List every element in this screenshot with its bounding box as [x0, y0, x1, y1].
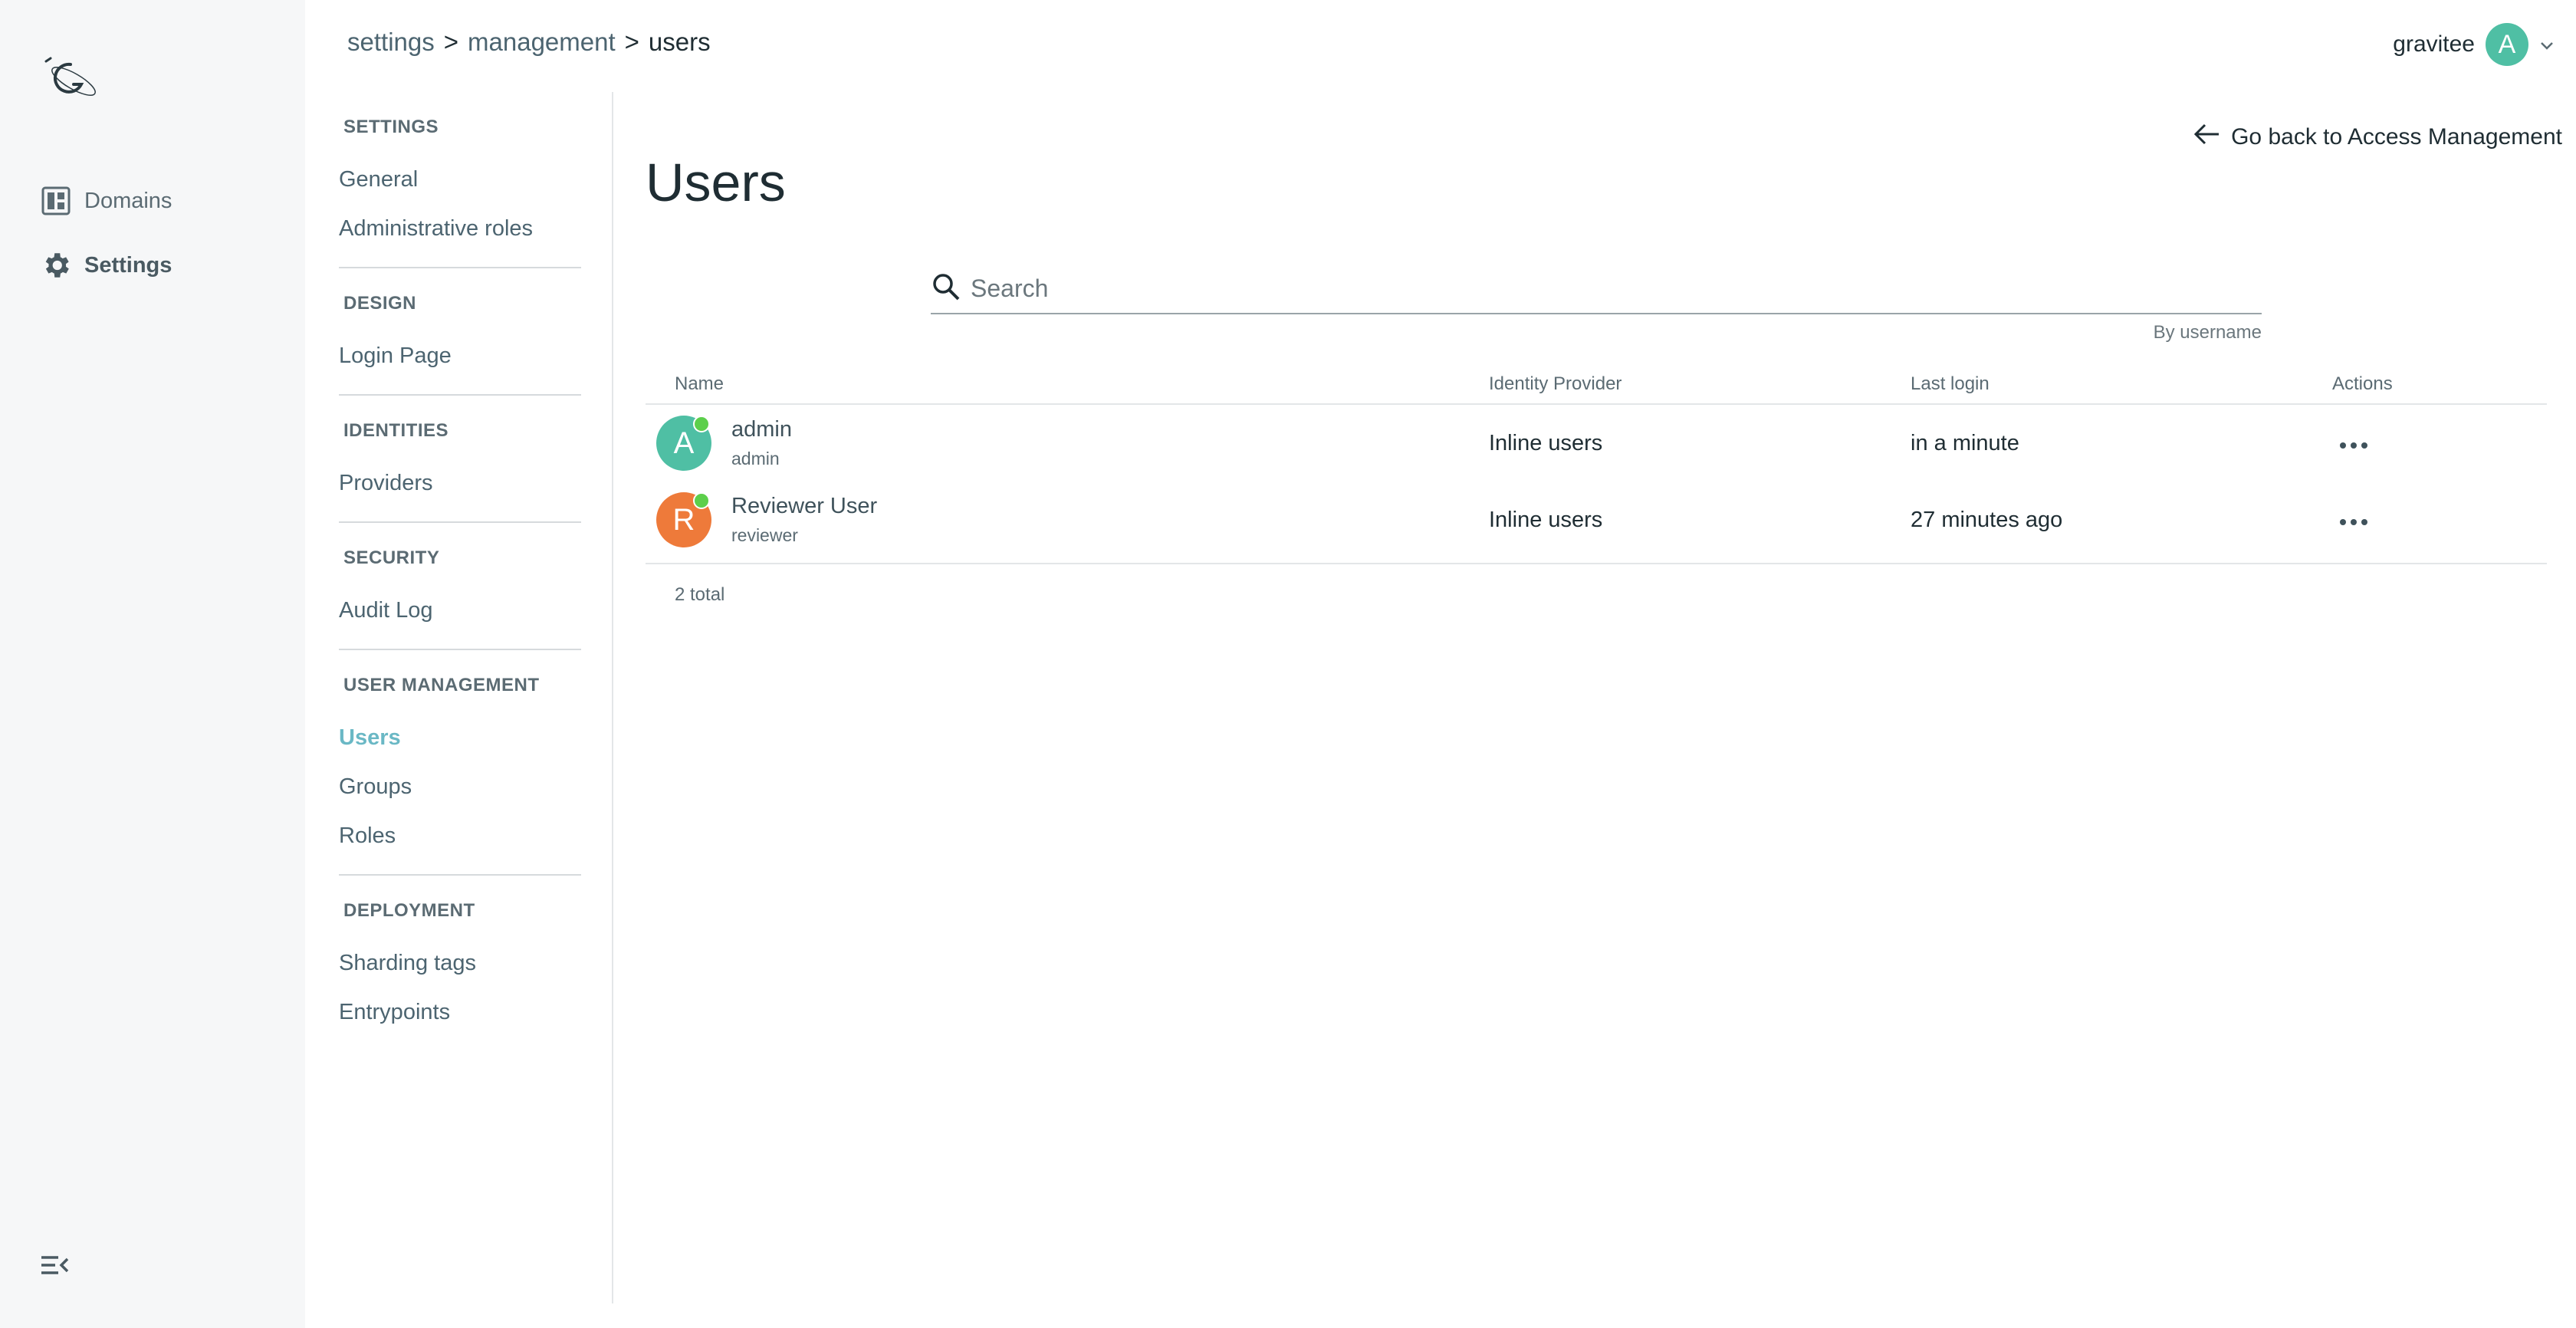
app-sidebar: Domains Settings	[0, 0, 305, 1328]
avatar: A	[2486, 23, 2528, 66]
user-display-name[interactable]: Reviewer User	[731, 494, 877, 519]
table-total: 2 total	[675, 584, 725, 605]
user-menu-name: gravitee	[2393, 31, 2475, 57]
breadcrumb-management[interactable]: management	[468, 28, 616, 57]
column-header-actions: Actions	[2332, 373, 2393, 394]
user-username: reviewer	[731, 525, 798, 545]
avatar: R	[656, 492, 711, 547]
chevron-down-icon	[2539, 31, 2555, 58]
breadcrumb-separator: >	[443, 28, 459, 56]
user-identity-provider: Inline users	[1489, 507, 1603, 532]
search-icon	[931, 271, 961, 306]
breadcrumb-separator: >	[624, 28, 639, 56]
user-menu[interactable]: gravitee A	[2393, 23, 2555, 66]
subnav-divider	[339, 267, 581, 268]
dashboard-icon	[40, 185, 72, 217]
subnav-link-providers[interactable]: Providers	[307, 459, 612, 508]
subnav-link-audit-log[interactable]: Audit Log	[307, 586, 612, 635]
online-status-dot	[693, 492, 710, 509]
gravitee-logo[interactable]	[40, 54, 101, 100]
page-title: Users	[646, 153, 786, 212]
column-header-identity-provider[interactable]: Identity Provider	[1489, 373, 1911, 395]
user-last-login: in a minute	[1911, 430, 2019, 455]
subnav-link-administrative-roles[interactable]: Administrative roles	[307, 204, 612, 253]
more-actions-button[interactable]	[2335, 511, 2372, 529]
arrow-left-icon	[2193, 123, 2220, 152]
settings-subnav: SETTINGS General Administrative roles DE…	[307, 92, 613, 1303]
avatar-initial: R	[672, 502, 695, 537]
subnav-section-title: DEPLOYMENT	[343, 900, 475, 921]
subnav-link-general[interactable]: General	[307, 155, 612, 204]
online-status-dot	[693, 416, 710, 432]
search-container: By username	[931, 268, 2262, 344]
user-username: admin	[731, 449, 780, 468]
subnav-link-users[interactable]: Users	[307, 713, 612, 762]
breadcrumb-current: users	[648, 28, 711, 56]
subnav-link-sharding-tags[interactable]: Sharding tags	[307, 938, 612, 988]
more-actions-button[interactable]	[2335, 434, 2372, 452]
gear-icon	[40, 249, 72, 281]
column-header-last-login[interactable]: Last login	[1911, 373, 2332, 395]
collapse-menu-icon[interactable]	[38, 1250, 71, 1282]
users-table: Name Identity Provider Last login Action…	[646, 365, 2547, 606]
column-header-name[interactable]: Name	[646, 373, 1489, 395]
avatar: A	[656, 416, 711, 471]
subnav-link-login-page[interactable]: Login Page	[307, 331, 612, 380]
go-back-link[interactable]: Go back to Access Management	[2193, 123, 2562, 152]
avatar-initial: A	[673, 426, 695, 460]
more-horizontal-icon	[2338, 431, 2369, 456]
table-row[interactable]: R Reviewer User reviewer Inline users 27…	[646, 482, 2547, 558]
user-last-login: 27 minutes ago	[1911, 507, 2063, 532]
subnav-section-title: USER MANAGEMENT	[343, 675, 540, 695]
subnav-divider	[339, 521, 581, 523]
go-back-label: Go back to Access Management	[2231, 124, 2562, 150]
search-hint: By username	[2153, 322, 2262, 343]
nav-settings-label: Settings	[84, 252, 172, 278]
subnav-divider	[339, 649, 581, 650]
subnav-divider	[339, 874, 581, 876]
subnav-section-title: IDENTITIES	[343, 420, 449, 441]
search-input[interactable]	[969, 273, 2262, 304]
breadcrumb-settings[interactable]: settings	[347, 28, 435, 57]
subnav-link-groups[interactable]: Groups	[307, 762, 612, 811]
nav-settings[interactable]: Settings	[40, 244, 172, 287]
nav-domains-label: Domains	[84, 188, 172, 213]
subnav-section-title: SECURITY	[343, 547, 440, 568]
subnav-section-title: DESIGN	[343, 293, 417, 314]
subnav-link-roles[interactable]: Roles	[307, 811, 612, 860]
table-divider	[646, 563, 2547, 564]
search-box	[931, 268, 2262, 314]
nav-domains[interactable]: Domains	[40, 179, 172, 222]
subnav-link-entrypoints[interactable]: Entrypoints	[307, 988, 612, 1037]
table-header: Name Identity Provider Last login Action…	[646, 365, 2547, 405]
table-row[interactable]: A admin admin Inline users in a minute	[646, 405, 2547, 482]
breadcrumb: settings > management > users	[347, 28, 711, 57]
subnav-section-title: SETTINGS	[343, 117, 439, 137]
user-display-name[interactable]: admin	[731, 417, 792, 442]
more-horizontal-icon	[2338, 508, 2369, 533]
user-identity-provider: Inline users	[1489, 430, 1603, 455]
subnav-divider	[339, 394, 581, 396]
